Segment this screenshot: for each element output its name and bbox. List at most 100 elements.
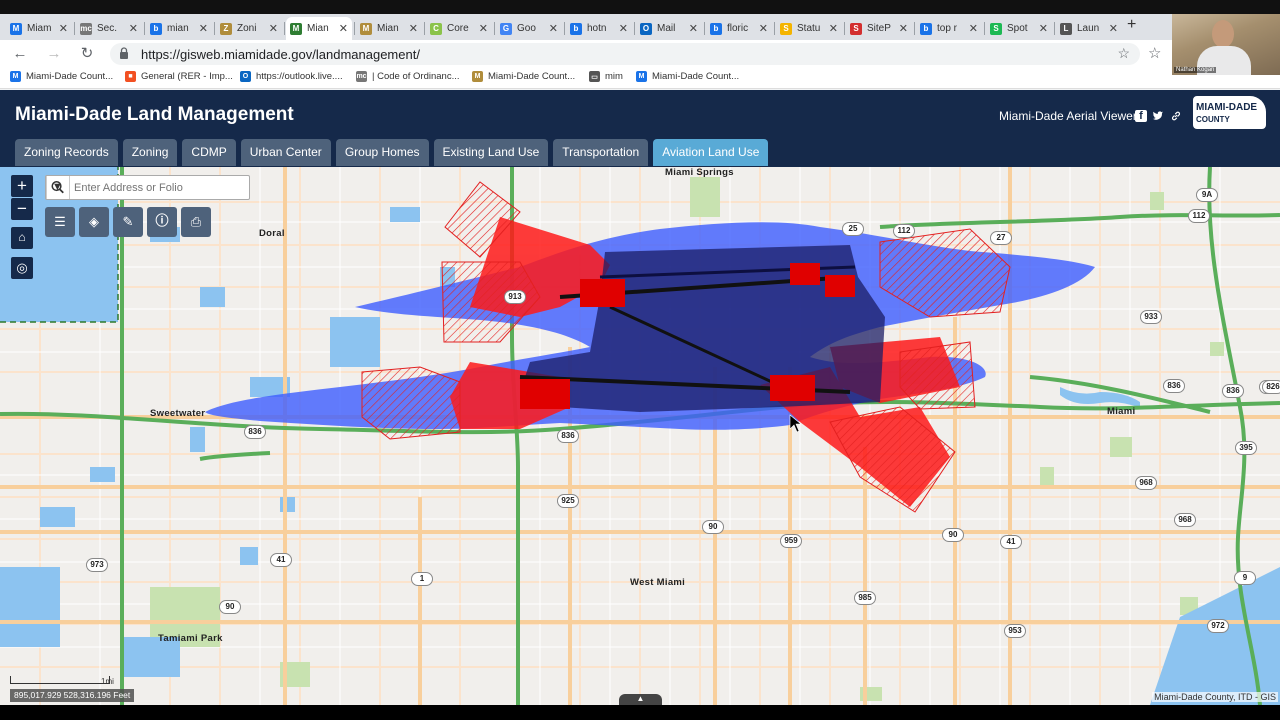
route-shield: 9A [1196,188,1218,202]
facebook-icon[interactable]: f [1135,110,1147,122]
close-tab-icon[interactable]: ✕ [199,22,208,35]
browser-tab[interactable]: S Statu ✕ [776,17,842,40]
layer-tab[interactable]: Urban Center [240,139,331,166]
layer-tab[interactable]: Group Homes [335,139,429,166]
browser-tab[interactable]: L Laun ✕ [1056,17,1122,40]
browser-tab[interactable]: b mian ✕ [146,17,212,40]
close-tab-icon[interactable]: ✕ [829,22,838,35]
map-canvas[interactable] [0,167,1280,705]
tab-favicon-icon: L [1060,22,1072,35]
address-search-input[interactable] [74,179,224,196]
bookmark-item[interactable]: Ohttps://outlook.live.... [240,71,343,82]
browser-tab[interactable]: Z Zoni ✕ [216,17,282,40]
favorites-icon[interactable]: ☆ [1148,44,1161,62]
route-shield: 968 [1174,513,1196,527]
presenter-head [1212,20,1234,48]
lock-icon [120,47,128,59]
route-shield: 913 [504,290,526,304]
bookmark-star-icon[interactable]: ☆ [1117,45,1130,62]
browser-tab[interactable]: M Mian ✕ [356,17,422,40]
browser-tab[interactable]: b floric ✕ [706,17,772,40]
scale-label: 1mi [101,677,114,686]
layer-list-icon[interactable]: ☰ [45,207,75,237]
tab-favicon-icon: M [290,22,302,35]
tab-label: floric [727,23,749,34]
route-shield: 959 [780,534,802,548]
close-tab-icon[interactable]: ✕ [969,22,978,35]
tab-favicon-icon: b [150,22,162,35]
bookmark-item[interactable]: ▭ mim [589,71,623,82]
close-tab-icon[interactable]: ✕ [1039,22,1048,35]
close-tab-icon[interactable]: ✕ [129,22,138,35]
bookmark-item[interactable]: M Miami-Dade Count... [10,71,113,82]
layer-tab[interactable]: CDMP [182,139,236,166]
close-tab-icon[interactable]: ✕ [899,22,908,35]
close-tab-icon[interactable]: ✕ [409,22,418,35]
tab-favicon-icon: C [430,22,442,35]
layer-tab[interactable]: Zoning Records [15,139,118,166]
app-title: Miami-Dade Land Management [15,104,294,125]
print-icon[interactable]: ⎙ [181,207,211,237]
browser-tab[interactable]: b top r ✕ [916,17,982,40]
close-tab-icon[interactable]: ✕ [619,22,628,35]
layers-icon[interactable]: ◈ [79,207,109,237]
close-tab-icon[interactable]: ✕ [1109,22,1118,35]
close-tab-icon[interactable]: ✕ [479,22,488,35]
browser-tab[interactable]: S SiteP ✕ [846,17,912,40]
tab-favicon-icon: S [990,22,1002,35]
browser-tab[interactable]: O Mail ✕ [636,17,702,40]
browser-tab[interactable]: M Miam ✕ [6,17,72,40]
twitter-icon[interactable] [1152,110,1164,122]
layer-tab[interactable]: Aviation Land Use [653,139,769,166]
layer-tab[interactable]: Existing Land Use [433,139,549,166]
browser-address-row: ← → ↻ https://gisweb.miamidade.gov/landm… [0,40,1280,68]
reload-icon[interactable]: ↻ [77,44,97,64]
route-shield: 9 [1234,571,1256,585]
route-shield: 836 [1163,379,1185,393]
bookmark-favicon-icon: mc [356,71,367,82]
search-icon[interactable] [46,176,69,199]
route-shield: 41 [1000,535,1022,549]
address-bar[interactable]: https://gisweb.miamidade.gov/landmanagem… [110,43,1140,65]
aerial-viewer-link[interactable]: Miami-Dade Aerial Viewer [999,109,1137,123]
bookmark-item[interactable]: M Miami-Dade Count... [636,71,739,82]
bottom-panel-handle[interactable]: ▲ [619,694,662,705]
bookmark-item[interactable]: M Miami-Dade Count... [472,71,575,82]
close-tab-icon[interactable]: ✕ [269,22,278,35]
zoom-in-button[interactable]: + [11,175,33,197]
webcam-caption: Nathan Kogan [1174,67,1217,73]
bookmark-item[interactable]: mc | Code of Ordinanc... [356,71,460,82]
close-tab-icon[interactable]: ✕ [759,22,768,35]
layer-tab[interactable]: Zoning [122,139,178,166]
layer-tab[interactable]: Transportation [553,139,649,166]
bookmark-item[interactable]: ■ General (RER - Imp... [125,71,233,82]
new-tab-button[interactable]: + [1127,16,1136,34]
browser-tab[interactable]: mc Sec. ✕ [76,17,142,40]
browser-tab[interactable]: M Mian ✕ [286,17,352,40]
close-tab-icon[interactable]: ✕ [689,22,698,35]
browser-tab[interactable]: b hotn ✕ [566,17,632,40]
locate-icon[interactable]: ◎ [11,257,33,279]
tab-label: hotn [587,23,607,34]
back-icon[interactable]: ← [10,44,30,64]
route-shield: 968 [1135,476,1157,490]
browser-tab[interactable]: S Spot ✕ [986,17,1052,40]
forward-icon[interactable]: → [44,44,64,64]
browser-tab[interactable]: C Core ✕ [426,17,492,40]
zoom-out-button[interactable]: − [11,198,33,220]
tab-separator [424,22,425,35]
info-icon[interactable]: ⓘ [147,207,177,237]
browser-tab[interactable]: G Goo ✕ [496,17,562,40]
address-search: ▼ [45,175,250,200]
place-label: Sweetwater [150,408,206,419]
close-tab-icon[interactable]: ✕ [549,22,558,35]
tab-favicon-icon: Z [220,22,232,35]
bookmark-favicon-icon: ■ [125,71,136,82]
close-tab-icon[interactable]: ✕ [339,22,348,35]
link-icon[interactable] [1170,110,1182,122]
miami-dade-logo[interactable]: MIAMI-DADE COUNTY [1193,96,1266,129]
measure-icon[interactable]: ✎ [113,207,143,237]
home-icon[interactable]: ⌂ [11,227,33,249]
map-view[interactable]: Miami Springs Doral Sweetwater Miami West Mi… [0,167,1280,705]
close-tab-icon[interactable]: ✕ [59,22,68,35]
